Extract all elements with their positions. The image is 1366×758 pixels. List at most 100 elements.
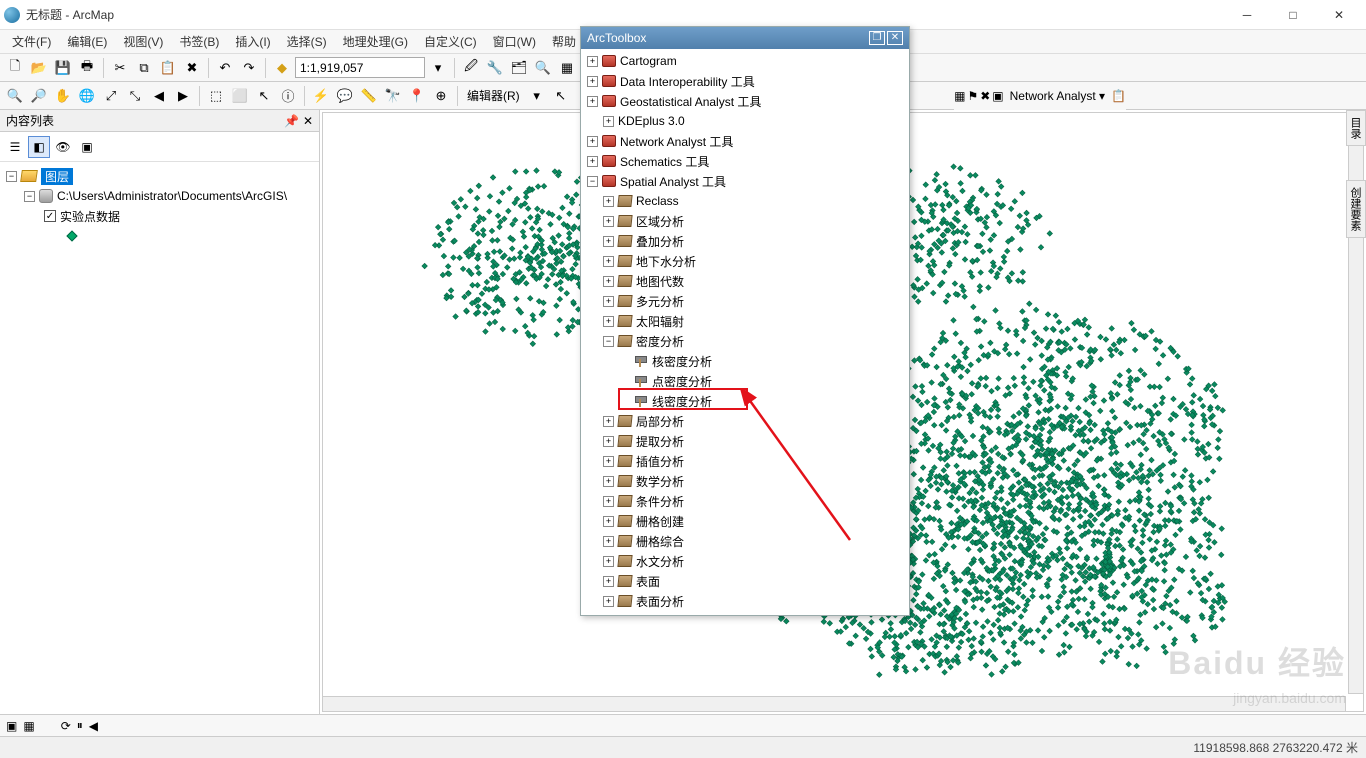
- list-by-source-icon[interactable]: ◧: [28, 136, 50, 158]
- menu-file[interactable]: 文件(F): [4, 33, 59, 50]
- expand-icon[interactable]: +: [603, 196, 614, 207]
- save-icon[interactable]: 💾: [52, 57, 74, 79]
- arctoolbox-close-icon[interactable]: ✕: [887, 31, 903, 45]
- refresh-icon[interactable]: ⟳: [61, 719, 71, 733]
- expand-icon[interactable]: +: [587, 96, 598, 107]
- expand-icon[interactable]: +: [603, 296, 614, 307]
- expand-icon[interactable]: +: [603, 596, 614, 607]
- list-by-selection-icon[interactable]: ▣: [76, 136, 98, 158]
- expand-icon[interactable]: +: [603, 316, 614, 327]
- toolbox-row[interactable]: +Data Interoperability 工具: [583, 71, 907, 91]
- expand-icon[interactable]: +: [603, 556, 614, 567]
- editor-menu[interactable]: 编辑器(R): [463, 87, 524, 104]
- fixed-zoom-in-icon[interactable]: ⤢: [100, 85, 122, 107]
- na-flag-icon[interactable]: ⚑: [967, 89, 978, 103]
- expand-icon[interactable]: +: [587, 76, 598, 87]
- expand-icon[interactable]: +: [603, 476, 614, 487]
- na-barrier-icon[interactable]: ✖: [980, 89, 990, 103]
- point-symbol-icon[interactable]: [66, 230, 77, 241]
- menu-insert[interactable]: 插入(I): [227, 33, 278, 50]
- list-by-drawing-order-icon[interactable]: ☰: [4, 136, 26, 158]
- network-analyst-label[interactable]: Network Analyst ▾: [1006, 89, 1109, 103]
- find-route-icon[interactable]: 📍: [406, 85, 428, 107]
- zoom-out-icon[interactable]: 🔎: [28, 85, 50, 107]
- sidetab-catalog[interactable]: 目录: [1346, 110, 1366, 146]
- expand-icon[interactable]: +: [603, 236, 614, 247]
- expand-icon[interactable]: +: [603, 456, 614, 467]
- toolbox-row[interactable]: +表面分析: [583, 591, 907, 611]
- measure-icon[interactable]: 📏: [358, 85, 380, 107]
- toolbox-row[interactable]: +地图代数: [583, 271, 907, 291]
- paste-icon[interactable]: 📋: [157, 57, 179, 79]
- toolbox-row[interactable]: −Spatial Analyst 工具: [583, 171, 907, 191]
- add-data-icon[interactable]: ◆: [271, 57, 293, 79]
- sidetab-create-features[interactable]: 创建要素: [1346, 180, 1366, 238]
- layout-view-icon[interactable]: ▦: [23, 719, 34, 733]
- expand-icon[interactable]: +: [603, 576, 614, 587]
- collapse-icon[interactable]: −: [6, 171, 17, 182]
- toolbox-row[interactable]: +多元分析: [583, 291, 907, 311]
- identify-icon[interactable]: ⓘ: [277, 85, 299, 107]
- editor-dropdown-icon[interactable]: ▾: [526, 85, 548, 107]
- na-directions-icon[interactable]: 📋: [1111, 89, 1126, 103]
- layer-checkbox[interactable]: ✓: [44, 210, 56, 222]
- expand-icon[interactable]: +: [603, 116, 614, 127]
- toolbox-row[interactable]: +地下水分析: [583, 251, 907, 271]
- maximize-button[interactable]: □: [1270, 0, 1316, 30]
- expand-icon[interactable]: +: [603, 216, 614, 227]
- open-icon[interactable]: 📂: [28, 57, 50, 79]
- tree-row[interactable]: − 图层: [4, 166, 315, 186]
- prev-icon[interactable]: ◀: [89, 719, 98, 733]
- collapse-icon[interactable]: −: [24, 191, 35, 202]
- toolbox-row[interactable]: +Network Analyst 工具: [583, 131, 907, 151]
- expand-icon[interactable]: +: [603, 416, 614, 427]
- toolbox-row[interactable]: −密度分析: [583, 331, 907, 351]
- close-button[interactable]: ✕: [1316, 0, 1362, 30]
- search-icon[interactable]: 🔍: [532, 57, 554, 79]
- collapse-icon[interactable]: −: [587, 176, 598, 187]
- back-icon[interactable]: ◀: [148, 85, 170, 107]
- na-solve-icon[interactable]: ▣: [992, 89, 1003, 103]
- catalog-icon[interactable]: 🗂: [508, 57, 530, 79]
- na-window-icon[interactable]: ▦: [954, 89, 965, 103]
- toolbox-row[interactable]: +表面: [583, 571, 907, 591]
- delete-icon[interactable]: ✖: [181, 57, 203, 79]
- map-scrollbar-horizontal[interactable]: [322, 696, 1346, 712]
- toc-pin-icon[interactable]: 📌: [284, 114, 299, 128]
- fixed-zoom-out-icon[interactable]: ⤡: [124, 85, 146, 107]
- toc-close-icon[interactable]: ✕: [303, 114, 313, 128]
- menu-selection[interactable]: 选择(S): [279, 33, 335, 50]
- toolbox-row[interactable]: 核密度分析: [583, 351, 907, 371]
- expand-icon[interactable]: +: [603, 436, 614, 447]
- data-view-icon[interactable]: ▣: [6, 719, 17, 733]
- toolbox-icon[interactable]: 🔧: [484, 57, 506, 79]
- menu-view[interactable]: 视图(V): [115, 33, 171, 50]
- redo-icon[interactable]: ↷: [238, 57, 260, 79]
- toolbox-row[interactable]: +KDEplus 3.0: [583, 111, 907, 131]
- tree-row[interactable]: ✓ 实验点数据: [4, 206, 315, 226]
- tree-row[interactable]: − C:\Users\Administrator\Documents\ArcGI…: [4, 186, 315, 206]
- expand-icon[interactable]: +: [603, 536, 614, 547]
- forward-icon[interactable]: ▶: [172, 85, 194, 107]
- list-by-visibility-icon[interactable]: 👁: [52, 136, 74, 158]
- menu-edit[interactable]: 编辑(E): [59, 33, 115, 50]
- select-features-icon[interactable]: ⬚: [205, 85, 227, 107]
- goto-xy-icon[interactable]: ⊕: [430, 85, 452, 107]
- toolbox-row[interactable]: +Geostatistical Analyst 工具: [583, 91, 907, 111]
- undo-icon[interactable]: ↶: [214, 57, 236, 79]
- full-extent-icon[interactable]: 🌐: [76, 85, 98, 107]
- edit-tool-icon[interactable]: ↖: [550, 85, 572, 107]
- toolbox-row[interactable]: +Cartogram: [583, 51, 907, 71]
- menu-customize[interactable]: 自定义(C): [416, 33, 485, 50]
- toolbox-row[interactable]: +叠加分析: [583, 231, 907, 251]
- python-icon[interactable]: ▦: [556, 57, 578, 79]
- hyperlink-icon[interactable]: ⚡: [310, 85, 332, 107]
- expand-icon[interactable]: +: [603, 496, 614, 507]
- expand-icon[interactable]: +: [603, 256, 614, 267]
- pause-icon[interactable]: ⏸: [77, 718, 83, 733]
- cut-icon[interactable]: ✂: [109, 57, 131, 79]
- menu-window[interactable]: 窗口(W): [485, 33, 544, 50]
- toolbox-row[interactable]: +太阳辐射: [583, 311, 907, 331]
- print-icon[interactable]: 🖶: [76, 57, 98, 79]
- arctoolbox-restore-icon[interactable]: ❐: [869, 31, 885, 45]
